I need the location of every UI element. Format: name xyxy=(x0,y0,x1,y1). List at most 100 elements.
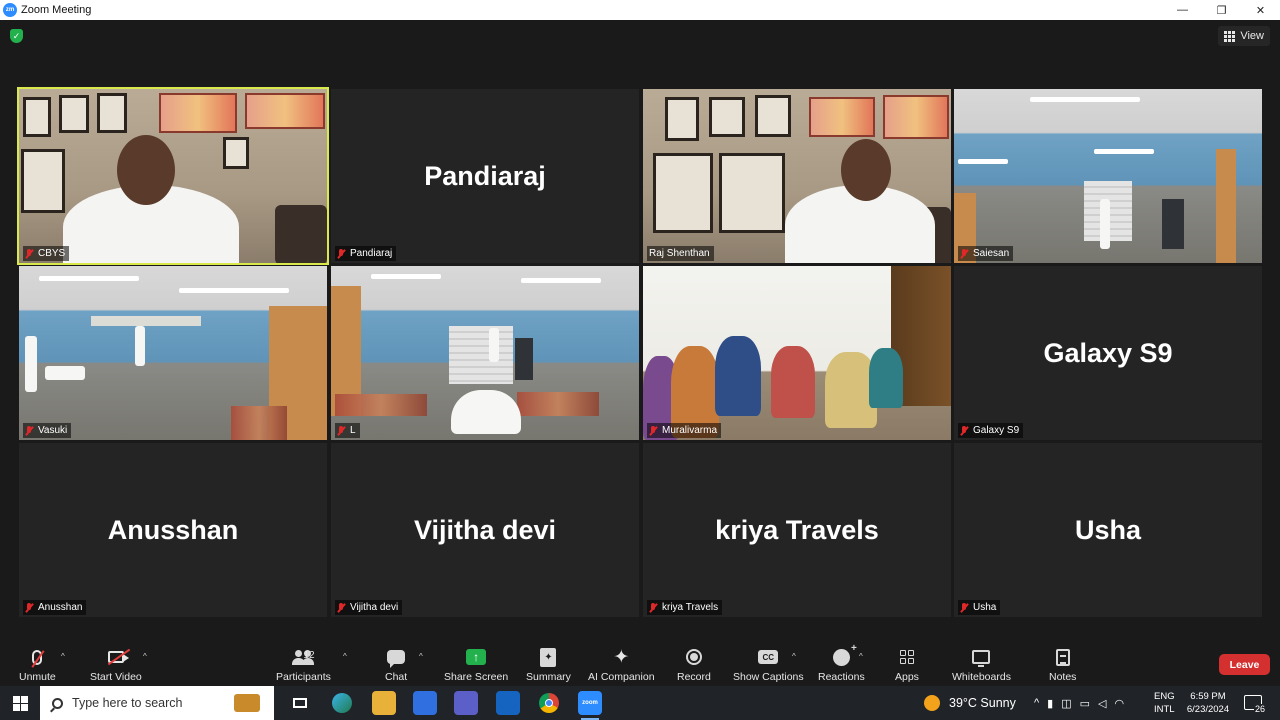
briefcase-icon[interactable] xyxy=(234,694,260,712)
leave-button[interactable]: Leave xyxy=(1219,654,1270,675)
participant-display-name: Anusshan xyxy=(107,515,239,545)
edge-browser-icon[interactable] xyxy=(330,691,354,715)
chrome-icon[interactable] xyxy=(537,691,561,715)
shield-check-icon[interactable]: ✓ xyxy=(10,29,23,43)
video-options-caret[interactable]: ^ xyxy=(143,652,147,661)
mic-muted-icon xyxy=(25,425,34,436)
video-tile-kriya-travels[interactable]: kriya Travels kriya Travels xyxy=(643,443,951,617)
participant-name-label: CBYS xyxy=(23,246,70,261)
notification-count: 26 xyxy=(1254,704,1267,714)
participant-display-name: Pandiaraj xyxy=(424,161,546,191)
chat-bubble-icon xyxy=(387,650,406,668)
task-view-icon[interactable] xyxy=(288,691,312,715)
weather-widget[interactable]: 39°C Sunny xyxy=(924,686,1016,720)
video-feed xyxy=(643,266,951,440)
video-tile-anusshan[interactable]: Anusshan Anusshan xyxy=(19,443,327,617)
video-feed xyxy=(19,89,327,263)
close-button[interactable]: ✕ xyxy=(1241,0,1280,20)
mic-muted-icon xyxy=(960,425,969,436)
ai-companion-button[interactable]: ✦ AI Companion xyxy=(588,646,655,684)
start-button[interactable] xyxy=(0,686,40,720)
chat-button[interactable]: Chat xyxy=(385,646,407,683)
record-button[interactable]: Record xyxy=(677,646,711,683)
participant-name-label: Muralivarma xyxy=(647,423,722,438)
mic-muted-icon xyxy=(25,602,34,613)
video-tile-pandiaraj[interactable]: Pandiaraj Pandiaraj xyxy=(331,89,639,263)
participant-name-label: Saiesan xyxy=(958,246,1014,261)
input-language[interactable]: ENG INTL xyxy=(1154,690,1175,716)
mic-muted-icon xyxy=(337,602,346,613)
meeting-top-strip: ✓ View xyxy=(0,20,1280,86)
mic-muted-icon xyxy=(25,248,34,259)
mic-muted-icon xyxy=(649,602,658,613)
file-explorer-icon[interactable] xyxy=(372,691,396,715)
participant-name-label: Pandiaraj xyxy=(335,246,397,261)
microphone-muted-icon xyxy=(32,649,43,665)
usb-icon[interactable]: ▮ xyxy=(1047,697,1053,710)
participant-name-label: Galaxy S9 xyxy=(958,423,1024,438)
unmute-button[interactable]: Unmute xyxy=(19,646,56,683)
zoom-app-icon[interactable]: zoom xyxy=(578,691,602,720)
window-controls: — ❐ ✕ xyxy=(1163,0,1280,20)
participant-display-name: Usha xyxy=(1074,515,1142,545)
video-tile-muralivarma[interactable]: Muralivarma xyxy=(643,266,951,440)
battery-icon[interactable]: ▭ xyxy=(1080,697,1090,710)
reactions-options-caret[interactable]: ^ xyxy=(859,652,863,661)
mic-muted-icon xyxy=(337,425,346,436)
participant-display-name: Galaxy S9 xyxy=(1043,338,1173,368)
captions-icon: CC xyxy=(758,650,779,664)
view-label: View xyxy=(1240,30,1264,42)
system-tray: ^ ▮ ◫ ▭ ◁ ◠ xyxy=(1034,686,1132,720)
view-button[interactable]: View xyxy=(1218,26,1270,46)
sun-icon xyxy=(924,695,940,711)
captions-options-caret[interactable]: ^ xyxy=(792,652,796,661)
participant-name-label: Usha xyxy=(958,600,1001,615)
whiteboard-icon xyxy=(972,650,991,667)
restore-button[interactable]: ❐ xyxy=(1202,0,1241,20)
mic-muted-icon xyxy=(960,602,969,613)
video-tile-l[interactable]: L xyxy=(331,266,639,440)
video-feed xyxy=(19,266,327,440)
device-icon[interactable]: ◫ xyxy=(1061,697,1071,710)
video-tile-usha[interactable]: Usha Usha xyxy=(954,443,1262,617)
video-tile-vijitha-devi[interactable]: Vijitha devi Vijitha devi xyxy=(331,443,639,617)
share-screen-icon: ↑ xyxy=(466,649,487,665)
whiteboards-button[interactable]: Whiteboards xyxy=(952,646,1011,683)
outlook-icon[interactable] xyxy=(496,691,520,715)
microsoft-store-icon[interactable] xyxy=(413,691,437,715)
chat-options-caret[interactable]: ^ xyxy=(419,652,423,661)
ai-sparkle-icon: ✦ xyxy=(613,646,630,668)
wifi-icon[interactable]: ◠ xyxy=(1115,697,1125,710)
participant-display-name: kriya Travels xyxy=(715,515,879,545)
participants-count: 12 xyxy=(303,650,315,661)
chevron-up-icon[interactable]: ^ xyxy=(1034,697,1039,709)
taskbar-clock[interactable]: 6:59 PM 6/23/2024 xyxy=(1184,690,1232,716)
search-icon xyxy=(52,697,63,709)
video-tile-galaxy-s9[interactable]: Galaxy S9 Galaxy S9 xyxy=(954,266,1262,440)
video-feed xyxy=(643,89,951,263)
minimize-button[interactable]: — xyxy=(1163,0,1202,20)
search-placeholder: Type here to search xyxy=(72,696,183,710)
notes-button[interactable]: Notes xyxy=(1049,646,1076,683)
video-tile-raj-shenthan[interactable]: Raj Shenthan xyxy=(643,89,951,263)
video-tile-vasuki[interactable]: Vasuki xyxy=(19,266,327,440)
taskbar-search-box[interactable]: Type here to search xyxy=(40,686,274,720)
audio-options-caret[interactable]: ^ xyxy=(61,652,65,661)
mic-muted-icon xyxy=(960,248,969,259)
mic-muted-icon xyxy=(337,248,346,259)
reactions-button[interactable]: Reactions xyxy=(818,643,865,684)
participant-display-name: Vijitha devi xyxy=(413,515,557,545)
video-tile-saiesan[interactable]: Saiesan xyxy=(954,89,1262,263)
apps-icon xyxy=(899,650,914,664)
teams-icon[interactable] xyxy=(454,691,478,715)
summary-button[interactable]: ✦ Summary xyxy=(526,646,571,683)
video-tile-cbys[interactable]: CBYS xyxy=(17,87,329,265)
participants-button[interactable]: 12 Participants xyxy=(276,646,331,683)
start-video-button[interactable]: Start Video xyxy=(90,646,142,683)
zoom-logo-icon: zm xyxy=(3,3,17,17)
apps-button[interactable]: Apps xyxy=(895,646,919,683)
volume-icon[interactable]: ◁ xyxy=(1098,697,1106,710)
participants-options-caret[interactable]: ^ xyxy=(343,652,347,661)
meeting-toolbar: Unmute ^ Start Video ^ 12 Participants ^… xyxy=(0,640,1280,686)
share-screen-button[interactable]: ↑ Share Screen xyxy=(444,646,508,683)
